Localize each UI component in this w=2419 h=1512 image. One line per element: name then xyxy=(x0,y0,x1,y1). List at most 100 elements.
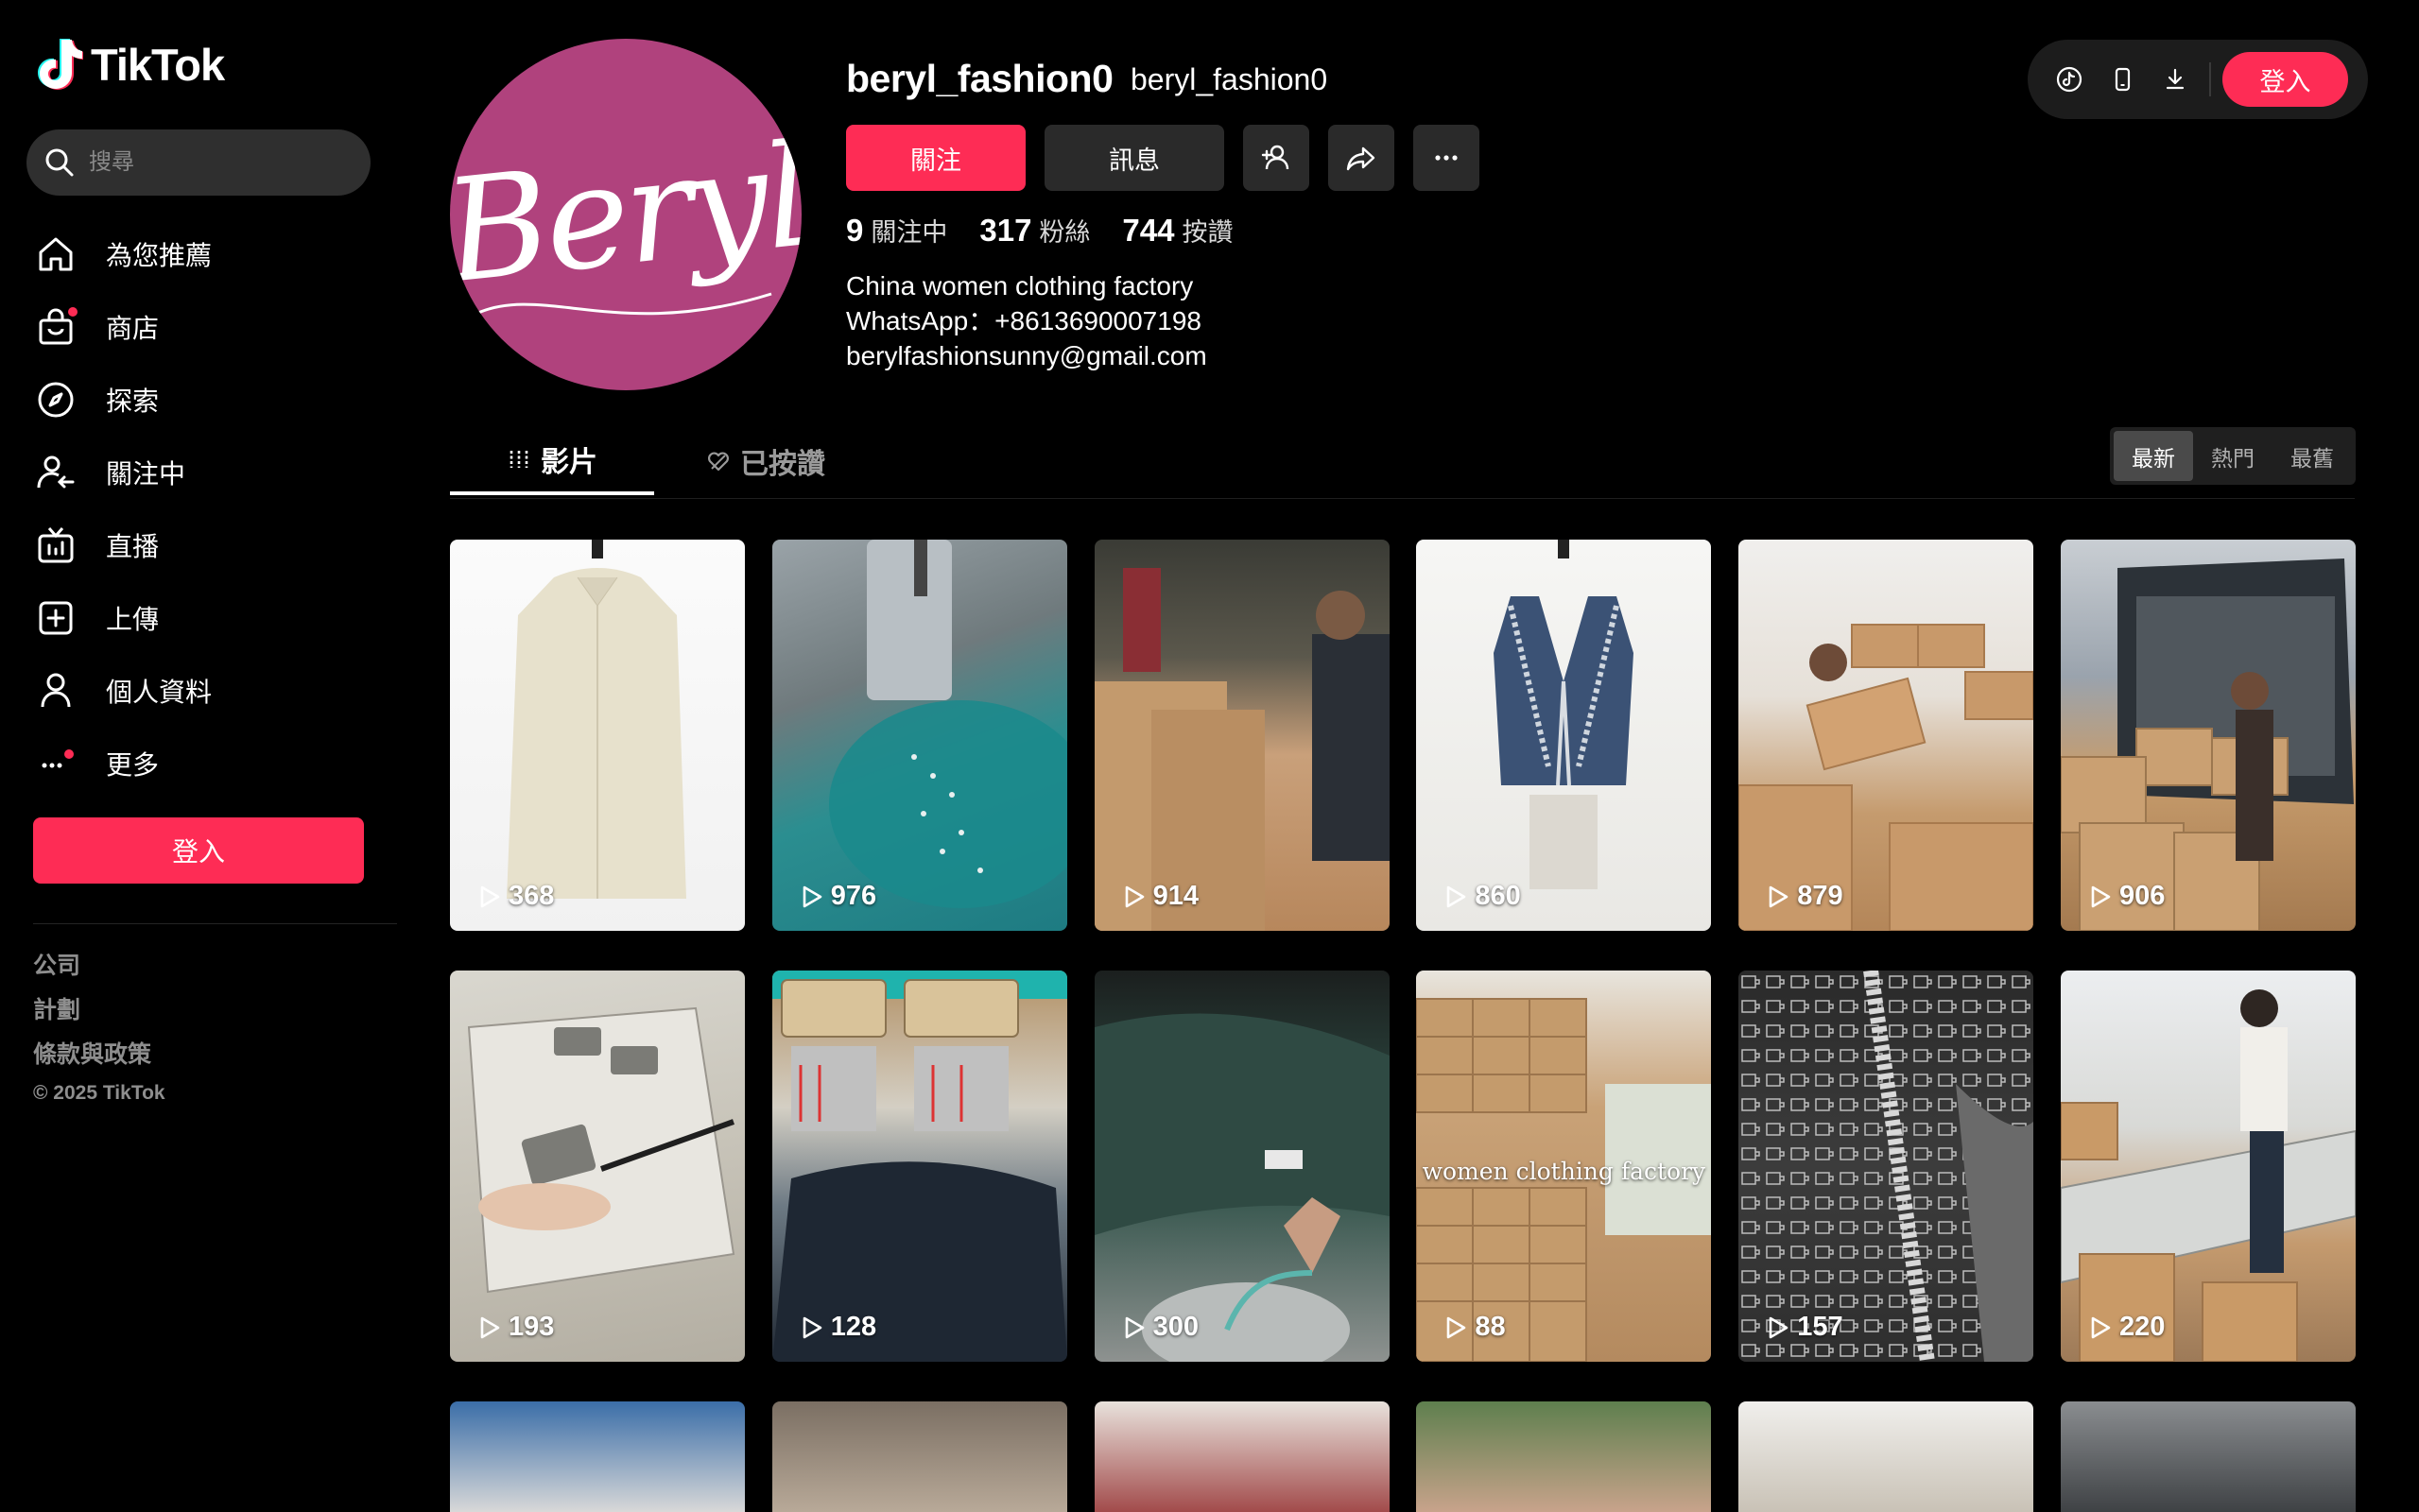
video-caption: women clothing factory xyxy=(1422,1158,1706,1185)
video-card[interactable]: 906 xyxy=(2060,540,2356,931)
sidebar-nav: 為您推薦 商店 探索 關注中 直播 上傳 個人資料 更多 xyxy=(34,217,393,799)
footer-link-programs[interactable]: 計劃 xyxy=(33,991,165,1036)
upload-icon xyxy=(34,596,78,640)
video-card[interactable]: 220 xyxy=(2060,971,2356,1362)
thumbnail-vest-mannequin xyxy=(1494,540,1634,889)
stat-label: 粉絲 xyxy=(1039,218,1091,247)
suggested-accounts-button[interactable] xyxy=(1243,125,1309,191)
tab-liked[interactable]: 已按讚 xyxy=(654,427,882,495)
sort-latest[interactable]: 最新 xyxy=(2114,431,2193,481)
video-card[interactable] xyxy=(2060,1401,2356,1512)
following-count[interactable]: 9 關注中 xyxy=(846,212,947,249)
footer-link-terms[interactable]: 條款與政策 xyxy=(33,1036,165,1080)
sidebar-item-live[interactable]: 直播 xyxy=(34,508,393,581)
view-count: 860 xyxy=(1444,881,1521,912)
avatar-swoosh xyxy=(477,292,772,316)
search-box[interactable] xyxy=(26,129,371,196)
top-toolbar: 登入 xyxy=(2028,40,2368,119)
video-card[interactable] xyxy=(450,1401,745,1512)
thumbnail-sewing-machine xyxy=(828,540,1067,908)
sidebar-item-label: 關注中 xyxy=(106,458,186,489)
get-app-button[interactable] xyxy=(2096,53,2149,106)
sidebar-item-explore[interactable]: 探索 xyxy=(34,363,393,436)
play-icon xyxy=(1769,1316,1788,1338)
play-icon xyxy=(1447,1316,1466,1338)
video-card[interactable] xyxy=(1738,1401,2034,1512)
thumbnail-ironing xyxy=(1094,1013,1390,1362)
play-icon xyxy=(2091,885,2111,907)
view-count-value: 906 xyxy=(2118,881,2166,911)
sidebar-item-for-you[interactable]: 為您推薦 xyxy=(34,217,393,290)
sidebar-item-following[interactable]: 關注中 xyxy=(34,436,393,508)
divider xyxy=(33,923,397,924)
bio-line: China women clothing factory xyxy=(846,271,1194,301)
followers-count[interactable]: 317 粉絲 xyxy=(979,212,1090,249)
profile-bio: China women clothing factory WhatsApp：+8… xyxy=(846,268,1207,373)
tiktok-studio-button[interactable] xyxy=(2043,53,2096,106)
sidebar-item-label: 上傳 xyxy=(106,604,160,634)
grid-icon xyxy=(510,451,528,468)
view-count: 976 xyxy=(801,881,876,912)
notification-dot xyxy=(64,748,74,759)
sidebar-item-shop[interactable]: 商店 xyxy=(34,290,393,363)
video-card[interactable]: 860 xyxy=(1416,540,1712,931)
thumbnail-fabric-cutting xyxy=(467,1006,735,1294)
search-input[interactable] xyxy=(87,148,355,177)
view-count: 300 xyxy=(1123,1312,1199,1343)
toolbar-divider xyxy=(2209,62,2211,96)
view-count-value: 860 xyxy=(1475,881,1521,911)
phone-icon xyxy=(2115,67,2131,92)
more-options-button[interactable] xyxy=(1413,125,1479,191)
notification-dot xyxy=(68,306,78,317)
sidebar-item-profile[interactable]: 個人資料 xyxy=(34,654,393,727)
share-button[interactable] xyxy=(1328,125,1394,191)
tab-videos[interactable]: 影片 xyxy=(450,427,654,495)
liked-heart-icon xyxy=(708,452,729,472)
video-card[interactable]: 368 xyxy=(450,540,745,931)
video-card[interactable]: 976 xyxy=(771,540,1067,931)
message-button[interactable]: 訊息 xyxy=(1045,125,1224,191)
video-grid-row-3 xyxy=(450,1401,2356,1512)
avatar[interactable]: Beryl xyxy=(450,39,802,390)
view-count: 128 xyxy=(801,1312,876,1343)
stat-value: 317 xyxy=(979,213,1032,248)
sort-oldest[interactable]: 最舊 xyxy=(2272,431,2352,481)
video-card[interactable]: women clothing factory 88 xyxy=(1416,971,1712,1362)
profile-nickname: beryl_fashion0 xyxy=(1131,62,1328,96)
video-card[interactable] xyxy=(771,1401,1067,1512)
view-count-value: 879 xyxy=(1797,881,1843,911)
thumbnail-loading-boxes xyxy=(1094,568,1390,931)
tiktok-icon xyxy=(2056,66,2082,93)
tabs-divider xyxy=(450,498,2355,499)
video-card[interactable]: 128 xyxy=(771,971,1067,1362)
thumbnail-shirt-mannequin xyxy=(507,540,686,899)
sidebar-item-label: 直播 xyxy=(106,531,160,561)
play-icon xyxy=(1447,885,1466,907)
follow-button[interactable]: 關注 xyxy=(846,125,1026,191)
video-card[interactable]: 914 xyxy=(1094,540,1390,931)
video-card[interactable] xyxy=(1416,1401,1712,1512)
video-card[interactable] xyxy=(1094,1401,1390,1512)
login-button[interactable]: 登入 xyxy=(2222,52,2348,107)
sort-popular[interactable]: 熱門 xyxy=(2193,431,2272,481)
download-button[interactable] xyxy=(2149,53,2202,106)
sidebar-item-upload[interactable]: 上傳 xyxy=(34,581,393,654)
view-count: 368 xyxy=(478,881,554,912)
video-card[interactable]: 193 xyxy=(450,971,745,1362)
play-icon xyxy=(480,885,500,907)
sidebar-item-more[interactable]: 更多 xyxy=(34,727,393,799)
tab-label: 已按讚 xyxy=(740,449,825,480)
logo-wordmark: TikTok xyxy=(91,39,225,90)
view-count: 193 xyxy=(478,1312,554,1343)
video-card[interactable]: 157 xyxy=(1738,971,2034,1362)
video-card[interactable]: 300 xyxy=(1094,971,1390,1362)
footer-link-company[interactable]: 公司 xyxy=(33,947,165,991)
stat-label: 按讚 xyxy=(1182,218,1234,247)
tiktok-logo-icon xyxy=(38,39,83,90)
video-card[interactable]: 879 xyxy=(1738,540,2034,931)
explore-icon xyxy=(34,378,78,421)
tiktok-logo[interactable]: TikTok xyxy=(36,38,225,91)
sidebar-login-button[interactable]: 登入 xyxy=(33,817,364,884)
profile-stats: 9 關注中 317 粉絲 744 按讚 xyxy=(846,212,1233,249)
thumbnail-warehouse-boxes xyxy=(1738,624,2034,931)
